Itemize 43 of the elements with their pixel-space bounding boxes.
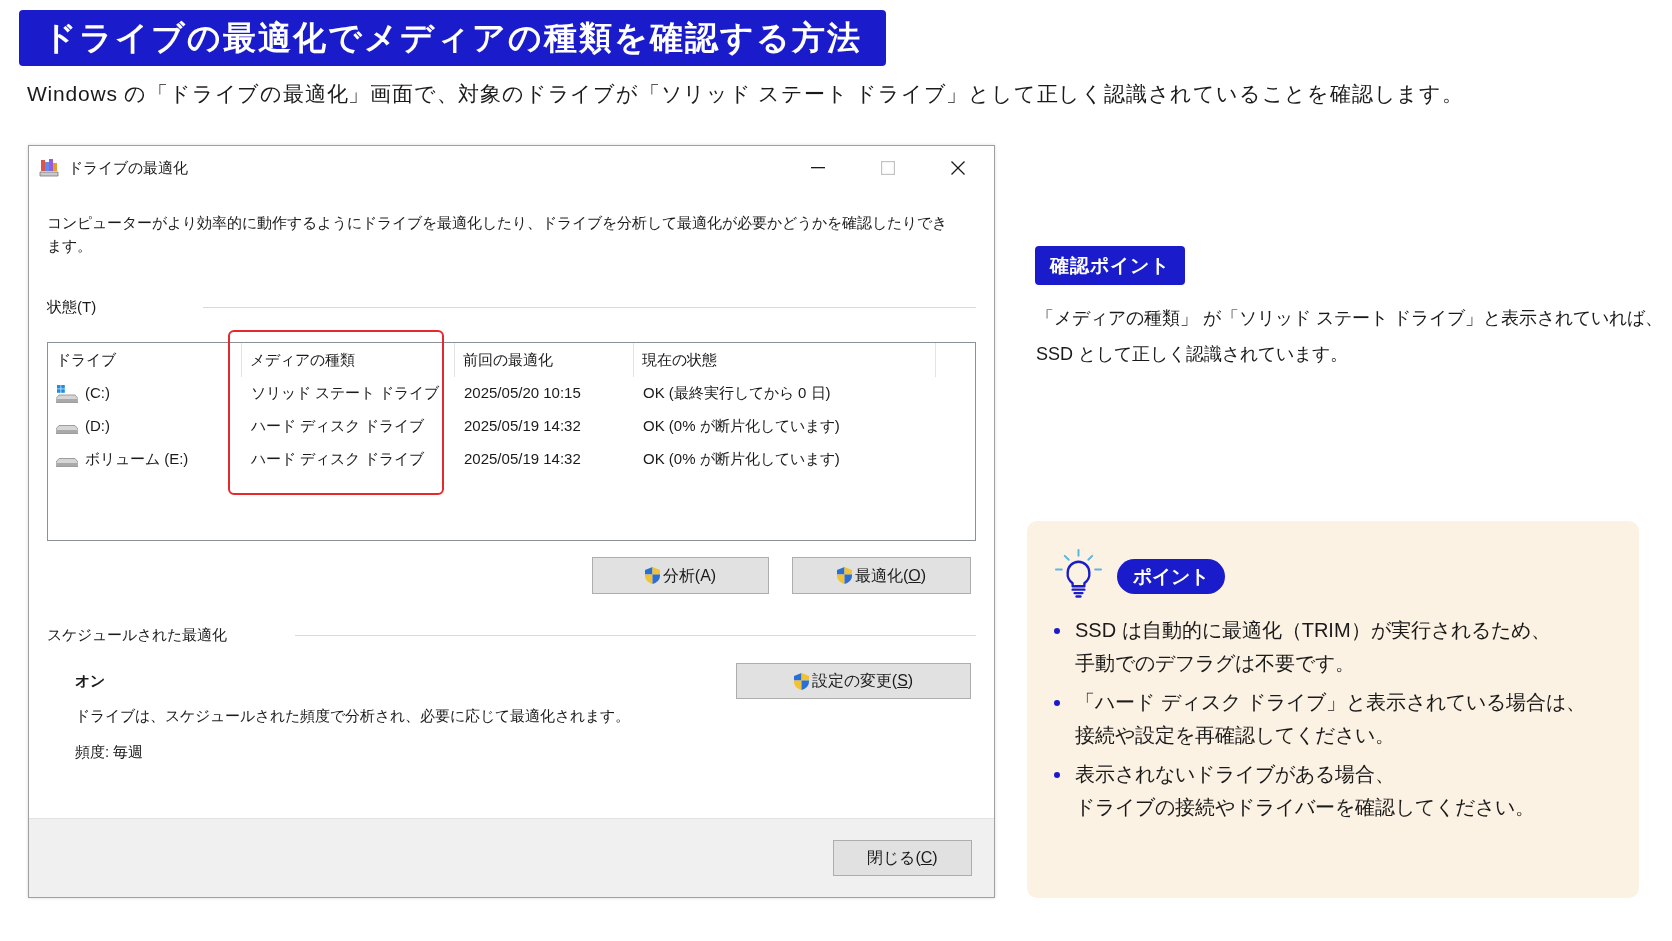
table-cell-text: ソリッド ステート ドライブ	[251, 383, 440, 404]
column-header[interactable]: ドライブ	[56, 348, 116, 372]
schedule-description: ドライブは、スケジュールされた頻度で分析され、必要に応じて最適化されます。	[75, 706, 630, 726]
subtitle-text: Windows の「ドライブの最適化」画面で、対象のドライブが「ソリッド ステート ドライブ」として正しく認識されていることを確認します。	[27, 81, 1465, 107]
tip-text: SSD は自動的に最適化（TRIM）が実行されるため、手動でのデフラグは不要です。	[1075, 618, 1552, 676]
bullet-icon	[1054, 627, 1060, 634]
window-title: ドライブの最適化	[68, 157, 188, 178]
check-point-text: 「メディアの種類」 が「ソリッド ステート ドライブ」と表示されていれば、SSD として正しく認識されています。	[1036, 307, 1664, 366]
maximize-icon	[881, 161, 895, 175]
change-settings-button[interactable]: 設定の変更(S)	[736, 663, 971, 699]
drive-label: (C:)	[85, 383, 110, 404]
optimize-button[interactable]: 最適化(O)	[792, 557, 971, 594]
tip-text: 「ハード ディスク ドライブ」と表示されている場合は、接続や設定を再確認してください。	[1075, 690, 1588, 748]
section-badge: 確認ポイント	[1035, 246, 1185, 285]
analyze-button[interactable]: 分析(A)	[592, 557, 769, 594]
close-icon	[951, 161, 965, 175]
schedule-state: オン	[75, 671, 106, 691]
table-cell-text: OK (最終実行してから 0 日)	[643, 383, 831, 404]
table-cell-text: OK (0% が断片化しています)	[643, 449, 840, 470]
table-cell-text: 2025/05/19 14:32	[464, 449, 581, 470]
bullet-icon	[1054, 699, 1060, 706]
tip-text: 表示されないドライブがある場合、ドライブの接続やドライバーを確認してください。	[1075, 762, 1536, 820]
section-label: スケジュールされた最適化	[47, 625, 228, 645]
column-header[interactable]: メディアの種類	[250, 348, 355, 372]
page-title: ドライブの最適化でメディアの種類を確認する方法	[19, 10, 886, 66]
table-cell-text: OK (0% が断片化しています)	[643, 416, 840, 437]
section-label: 状態(T)	[47, 297, 98, 317]
table-cell-text: 2025/05/20 10:15	[464, 383, 581, 404]
minimize-icon	[811, 167, 825, 169]
lightbulb-icon	[1054, 549, 1103, 598]
table-cell-text: 2025/05/19 14:32	[464, 416, 581, 437]
tip-badge: ポイント	[1117, 559, 1225, 594]
table-cell-text: ハード ディスク ドライブ	[251, 416, 425, 437]
description-text: コンピューターがより効率的に動作するようにドライブを最適化したり、ドライブを分析して最適化が必要かどうかを確認したりできます。	[47, 213, 947, 256]
drive-label: (D:)	[85, 416, 110, 437]
close-dialog-button[interactable]: 閉じる(C)	[833, 840, 972, 876]
column-header[interactable]: 前回の最適化	[463, 348, 553, 372]
table-cell-text: ハード ディスク ドライブ	[251, 449, 425, 470]
column-header[interactable]: 現在の状態	[642, 348, 717, 372]
app-icon	[39, 158, 59, 178]
frequency-text: 頻度: 毎週	[75, 742, 145, 762]
drive-label: ボリューム (E:)	[85, 449, 189, 470]
bullet-icon	[1054, 771, 1060, 778]
